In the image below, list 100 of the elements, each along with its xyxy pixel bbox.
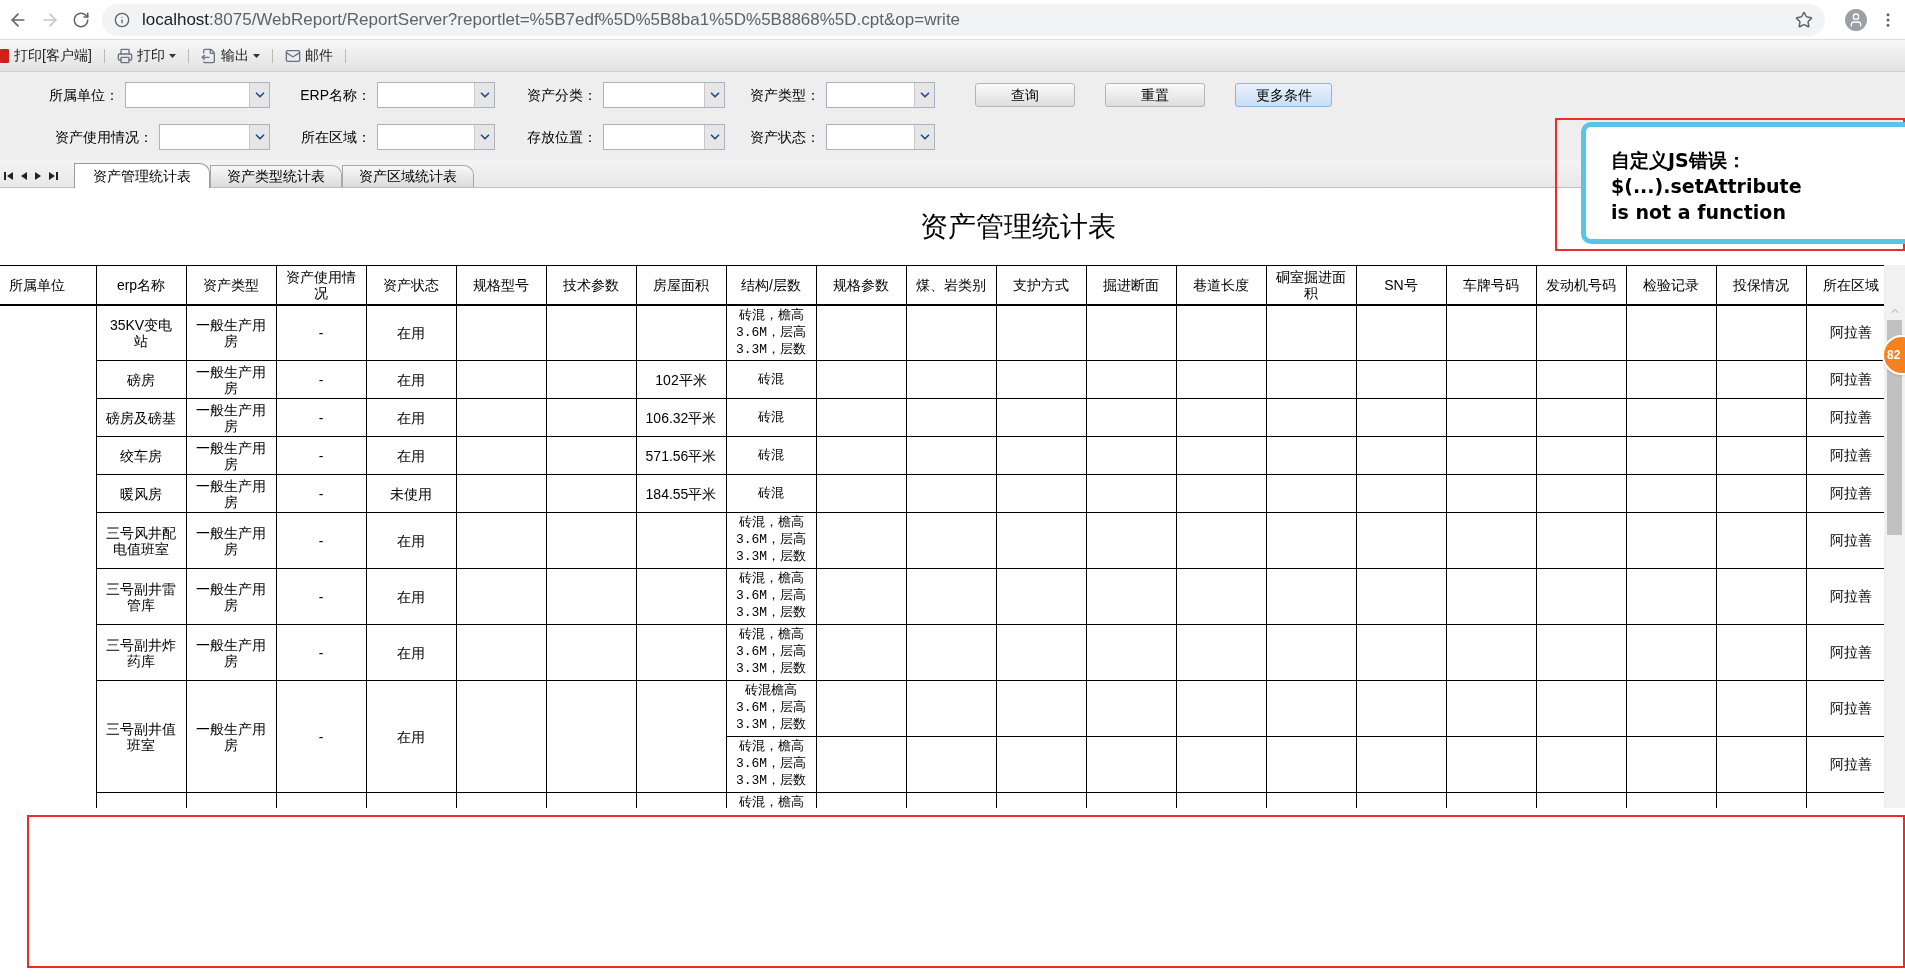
table-cell-text: 一般生产用房 [196,636,266,669]
table-cell-text: 一般生产用房 [196,401,266,434]
table-cell-text: 阿拉善 [1830,485,1872,501]
table-cell-text: 阿拉善 [1830,588,1872,604]
table-cell-text: 阿拉善 [1830,447,1872,463]
url-text: localhost:8075/WebReport/ReportServer?reportlet=%5B7edf%5D%5B8ba1%5D%5B8868%5D.cpt&op=write [142,8,961,31]
mail-icon [284,47,301,64]
table-cell-text: 在用 [397,371,425,388]
sheet-tab[interactable]: 资产管理统计表 [74,163,210,188]
table-cell-text: 阿拉善 [1830,756,1872,772]
column-header: 硐室掘进面积 [1266,265,1356,305]
column-header: 资产状态 [366,265,456,305]
printer-icon [116,47,133,64]
table-cell-text: 砖混，檐高 3.6M，层高 3.3M，层数 [734,514,808,565]
dropdown-field[interactable] [603,124,725,150]
column-header: 资产使用情况 [276,265,366,305]
profile-icon[interactable] [1845,8,1867,31]
column-header: 规格型号 [456,265,546,305]
reload-icon[interactable] [72,10,90,29]
address-bar[interactable]: localhost:8075/WebReport/ReportServer?reportlet=%5B7edf%5D%5B8ba1%5D%5B8868%5D.cpt&op=write [102,3,1825,36]
dropdown-field[interactable] [377,82,495,108]
column-header: 规格参数 [816,265,906,305]
dropdown-field[interactable] [603,82,725,108]
dropdown-field[interactable] [826,82,935,108]
toolbar-button[interactable]: 邮件 [272,43,345,68]
table-cell-text: 砖混 [757,409,785,426]
table-cell-text: 砖混檐高 3.6M，层高 3.3M，层数 [734,682,808,733]
toolbar-button[interactable]: 打印 [104,43,188,68]
next-page-icon[interactable] [35,171,41,181]
error-message: $(...).setAttribute is not a function [1611,174,1803,225]
column-header: 结构/层数 [726,265,816,305]
column-header: erp名称 [96,265,186,305]
form-button[interactable]: 更多条件 [1235,83,1332,107]
last-page-icon[interactable] [49,171,58,181]
bookmark-star-icon[interactable] [1795,10,1813,29]
dropdown-field[interactable] [159,124,270,150]
table-cell-text: - [318,324,324,341]
table-cell-text: 一般生产用房 [196,720,266,753]
table-cell-text: 暖风房 [120,485,162,502]
table-cell-text: 绞车房 [120,447,162,464]
column-header: SN号 [1356,265,1446,305]
filter-label: 存放位置： [527,127,597,147]
table-cell-text: 一般生产用房 [196,439,266,472]
table-cell-text: - [318,588,324,605]
table-cell-text: 砖混，檐高 3.6M，层高 3.3M，层数 [734,626,808,677]
column-header: 巷道长度 [1176,265,1266,305]
toolbar-button[interactable]: 打印[客户端] [0,43,104,68]
form-button[interactable]: 重置 [1105,83,1205,107]
filter-label: 所在区域： [301,127,371,147]
dropdown-field[interactable] [377,124,495,150]
scrollbar[interactable] [1884,265,1905,808]
table-cell-text: - [318,728,324,745]
column-header: 煤、岩类别 [906,265,996,305]
filter-label: 资产分类： [527,85,597,105]
table-cell-text: 砖混 [757,447,785,464]
filter-label: ERP名称： [300,85,371,105]
first-page-icon[interactable] [4,171,13,181]
previous-page-icon[interactable] [21,171,27,181]
table-cell-text: 砖混 [757,485,785,502]
table-cell-text: 三号副井雷管库 [106,580,176,613]
table-cell-text: 磅房 [127,371,155,388]
table-cell-text: - [318,532,324,549]
table-cell-text: 在用 [397,447,425,464]
table-cell-text: 在用 [397,644,425,661]
column-header: 投保情况 [1716,265,1806,305]
table-cell-text: 106.32平米 [645,409,717,426]
table-cell-text: 184.55平米 [645,485,717,502]
form-button[interactable]: 查询 [975,83,1075,107]
column-header: 检验记录 [1626,265,1716,305]
filter-label: 资产状态： [750,127,820,147]
sheet-tab[interactable]: 资产区域统计表 [342,165,474,187]
toolbar-button[interactable]: 输出 [188,43,272,68]
table-cell-text: - [318,409,324,426]
table-cell-text: 一般生产用房 [196,316,266,349]
table-cell-text: 在用 [397,588,425,605]
table-cell-text: 阿拉善 [1830,371,1872,387]
table-cell-text: - [318,485,324,502]
table-cell-text: 102平米 [655,371,707,388]
table-cell-text: 未使用 [390,485,432,502]
table-cell-text: 571.56平米 [645,447,717,464]
filter-label: 资产类型： [750,85,820,105]
table-cell-text: 阿拉善 [1830,700,1872,716]
column-header: 资产类型 [186,265,276,305]
dropdown-field[interactable] [125,82,270,108]
table-cell-text: 在用 [397,409,425,426]
filter-label: 所属单位： [49,85,119,105]
dropdown-field[interactable] [826,124,935,150]
error-title: 自定义JS错误： [1611,148,1747,173]
column-header: 支护方式 [996,265,1086,305]
table-cell-text: 一般生产用房 [196,477,266,510]
table-cell-text: 阿拉善 [1830,644,1872,660]
column-header: 房屋面积 [636,265,726,305]
table-cell-text: 在用 [397,532,425,549]
info-icon[interactable] [114,11,130,28]
table-cell-text: 一般生产用房 [196,524,266,557]
table-cell-text: 砖混 [757,371,785,388]
sheet-tab[interactable]: 资产类型统计表 [210,165,342,187]
table-cell-text: 砖混，檐高 3.6M，层高 3.3M，层数 [734,738,808,789]
table-cell-text: 一般生产用房 [196,363,266,396]
table-cell-text: 35KV变电站 [109,316,173,349]
